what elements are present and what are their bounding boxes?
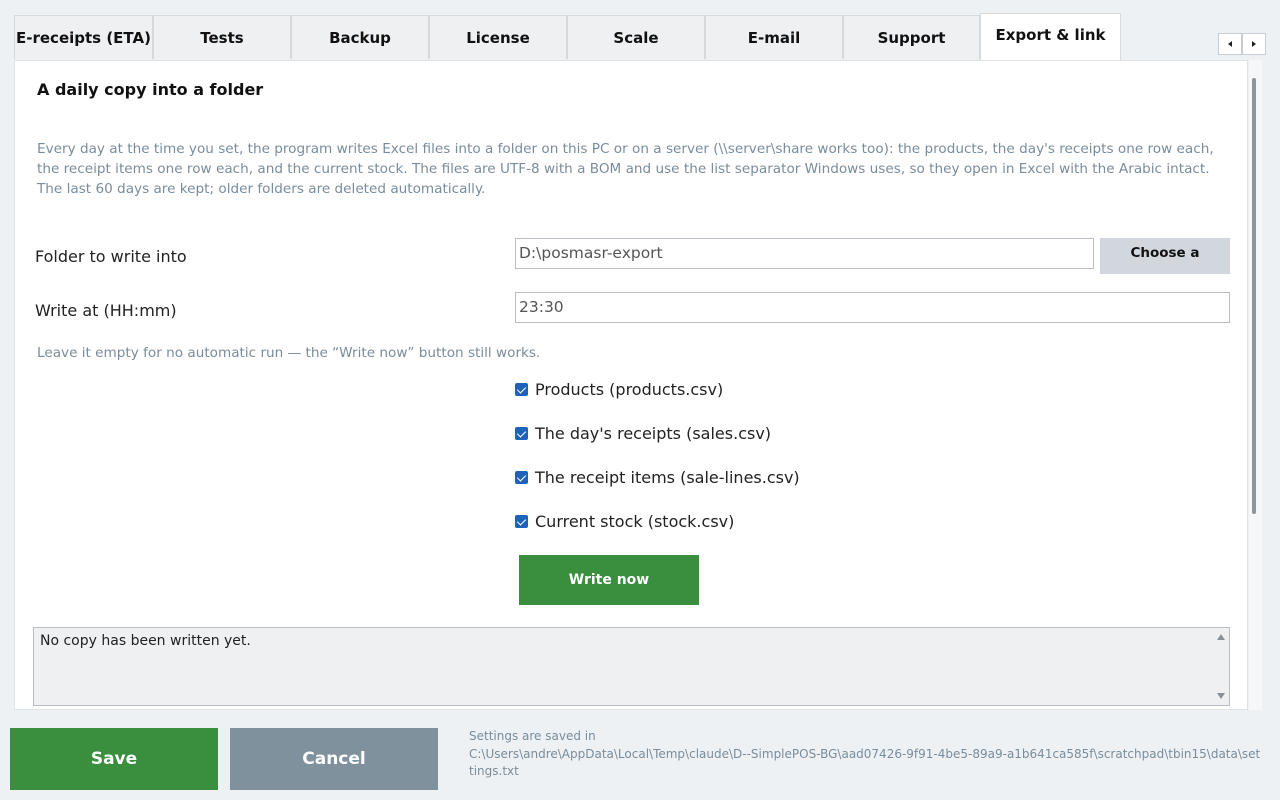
checkbox-checked-icon[interactable] xyxy=(515,427,528,440)
check-sale-lines[interactable]: The receipt items (sale-lines.csv) xyxy=(515,468,800,487)
tab-email[interactable]: E-mail xyxy=(705,15,843,59)
choose-folder-button[interactable]: Choose a xyxy=(1100,238,1230,274)
scroll-down-icon[interactable] xyxy=(1217,693,1225,699)
time-hint: Leave it empty for no automatic run — th… xyxy=(37,345,541,361)
time-input[interactable]: 23:30 xyxy=(515,292,1230,323)
tab-scroll-left-button[interactable] xyxy=(1218,33,1242,55)
status-log-text: No copy has been written yet. xyxy=(40,633,251,649)
tab-export-link[interactable]: Export & link xyxy=(980,13,1121,60)
write-now-button[interactable]: Write now xyxy=(519,555,699,605)
check-products-label: Products (products.csv) xyxy=(535,380,724,399)
folder-label: Folder to write into xyxy=(35,247,187,266)
check-products[interactable]: Products (products.csv) xyxy=(515,380,723,399)
arrow-right-icon xyxy=(1252,41,1256,47)
scroll-up-icon[interactable] xyxy=(1217,634,1225,640)
check-stock-label: Current stock (stock.csv) xyxy=(535,512,735,531)
panel-scrollbar-thumb[interactable] xyxy=(1252,78,1256,514)
check-sale-lines-label: The receipt items (sale-lines.csv) xyxy=(535,468,800,487)
tab-bar: E-receipts (ETA) Tests Backup License Sc… xyxy=(14,13,1266,60)
arrow-left-icon xyxy=(1228,41,1232,47)
tab-license[interactable]: License xyxy=(429,15,567,59)
settings-file-path: C:\Users\andre\AppData\Local\Temp\claude… xyxy=(469,747,1261,778)
tab-e-receipts[interactable]: E-receipts (ETA) xyxy=(14,15,153,59)
tab-scroll-right-button[interactable] xyxy=(1242,33,1266,55)
check-sales-label: The day's receipts (sales.csv) xyxy=(535,424,772,443)
time-label: Write at (HH:mm) xyxy=(35,301,177,320)
check-stock[interactable]: Current stock (stock.csv) xyxy=(515,512,734,531)
folder-input[interactable]: D:\posmasr-export xyxy=(515,238,1094,269)
check-sales[interactable]: The day's receipts (sales.csv) xyxy=(515,424,771,443)
section-title: A daily copy into a folder xyxy=(37,80,264,99)
tab-backup[interactable]: Backup xyxy=(291,15,429,59)
tab-scale[interactable]: Scale xyxy=(567,15,705,59)
tab-support[interactable]: Support xyxy=(843,15,980,59)
save-button[interactable]: Save xyxy=(10,728,218,790)
checkbox-checked-icon[interactable] xyxy=(515,471,528,484)
settings-saved-label: Settings are saved in xyxy=(469,729,596,743)
checkbox-checked-icon[interactable] xyxy=(515,515,528,528)
cancel-button[interactable]: Cancel xyxy=(230,728,438,790)
checkbox-checked-icon[interactable] xyxy=(515,383,528,396)
section-description: Every day at the time you set, the progr… xyxy=(37,141,1214,197)
status-log[interactable]: No copy has been written yet. xyxy=(33,627,1230,706)
tab-tests[interactable]: Tests xyxy=(153,15,291,59)
